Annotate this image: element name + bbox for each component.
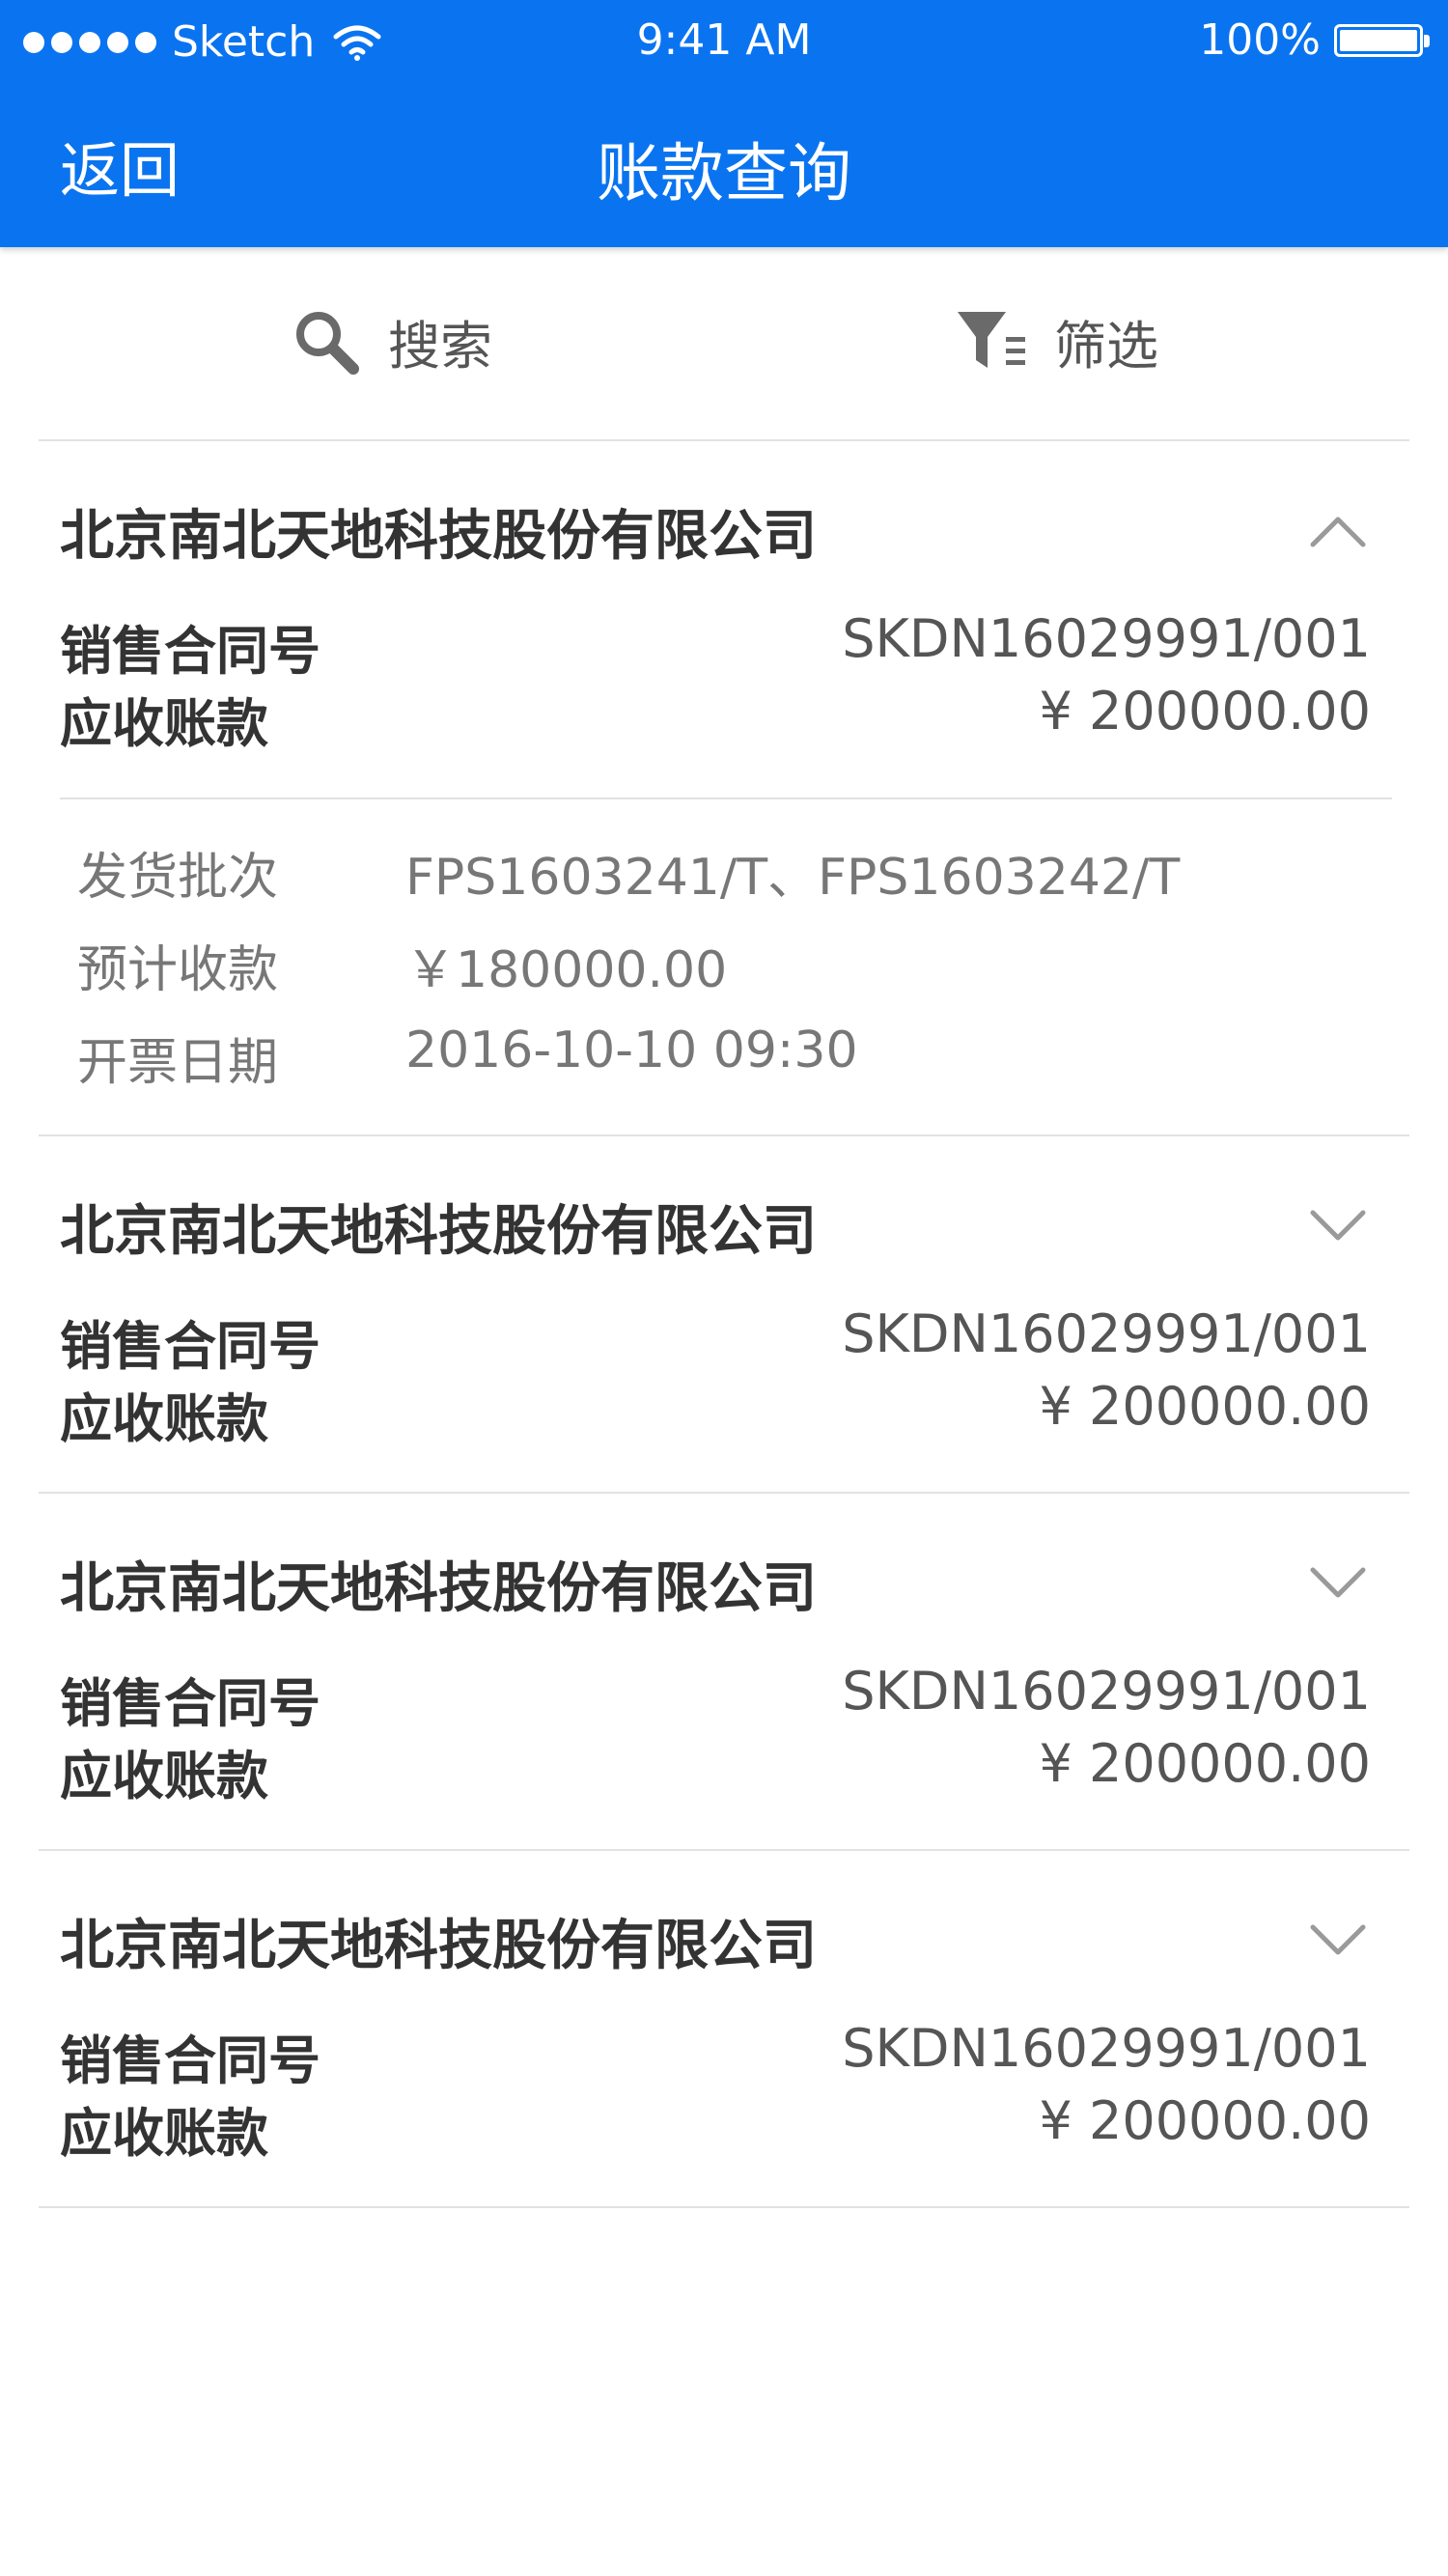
company-name: 北京南北天地科技股份有限公司 <box>60 1557 817 1620</box>
contract-number: SKDN16029991/001 <box>842 608 1371 669</box>
search-label: 搜索 <box>388 316 492 377</box>
invoice-date-label: 开票日期 <box>77 1034 279 1092</box>
chevron-down-icon[interactable] <box>1309 1564 1367 1599</box>
page-title: 账款查询 <box>597 136 851 210</box>
card-divider <box>39 1492 1409 1494</box>
contract-label: 销售合同号 <box>60 1673 320 1734</box>
expected-payment-value: ￥180000.00 <box>405 941 728 999</box>
card-divider <box>39 1849 1409 1851</box>
contract-label: 销售合同号 <box>60 1316 320 1377</box>
contract-label: 销售合同号 <box>60 621 320 682</box>
filter-label: 筛选 <box>1054 316 1158 377</box>
receivable-amount: ¥ 200000.00 <box>1039 681 1371 742</box>
receivable-label: 应收账款 <box>60 693 268 754</box>
company-name: 北京南北天地科技股份有限公司 <box>60 1200 817 1263</box>
battery-icon <box>1334 23 1430 57</box>
filter-icon <box>958 311 1025 368</box>
card-divider <box>39 2206 1409 2208</box>
contract-number: SKDN16029991/001 <box>842 1661 1371 1722</box>
receivable-amount: ¥ 200000.00 <box>1039 2090 1371 2151</box>
chevron-up-icon[interactable] <box>1309 514 1367 548</box>
receivable-label: 应收账款 <box>60 2103 268 2164</box>
search-button[interactable]: 搜索 <box>290 303 492 379</box>
receivable-amount: ¥ 200000.00 <box>1039 1733 1371 1794</box>
chevron-down-icon[interactable] <box>1309 1207 1367 1242</box>
receivable-label: 应收账款 <box>60 1388 268 1449</box>
battery-status: 100% <box>1199 15 1430 65</box>
filter-button[interactable]: 筛选 <box>956 303 1158 379</box>
toolbar-divider <box>39 439 1409 441</box>
company-name: 北京南北天地科技股份有限公司 <box>60 505 817 568</box>
search-icon <box>296 311 359 375</box>
status-bar: Sketch 9:41 AM 100% <box>0 0 1448 83</box>
toolbar: 搜索 筛选 <box>0 247 1448 440</box>
detail-divider <box>60 798 1392 799</box>
invoice-date-value: 2016-10-10 09:30 <box>405 1022 858 1079</box>
shipment-batch-label: 发货批次 <box>77 849 279 907</box>
battery-percent: 100% <box>1199 15 1321 65</box>
shipment-batch-value: FPS1603241/T、FPS1603242/T <box>405 849 1181 907</box>
receivable-amount: ¥ 200000.00 <box>1039 1376 1371 1437</box>
contract-label: 销售合同号 <box>60 2030 320 2091</box>
contract-number: SKDN16029991/001 <box>842 1303 1371 1364</box>
expected-payment-label: 预计收款 <box>77 941 279 999</box>
contract-number: SKDN16029991/001 <box>842 2018 1371 2079</box>
app-header: Sketch 9:41 AM 100% 返回 账款查询 <box>0 0 1448 247</box>
card-divider <box>39 1134 1409 1136</box>
receivable-label: 应收账款 <box>60 1746 268 1806</box>
chevron-down-icon[interactable] <box>1309 1921 1367 1956</box>
company-name: 北京南北天地科技股份有限公司 <box>60 1915 817 1977</box>
